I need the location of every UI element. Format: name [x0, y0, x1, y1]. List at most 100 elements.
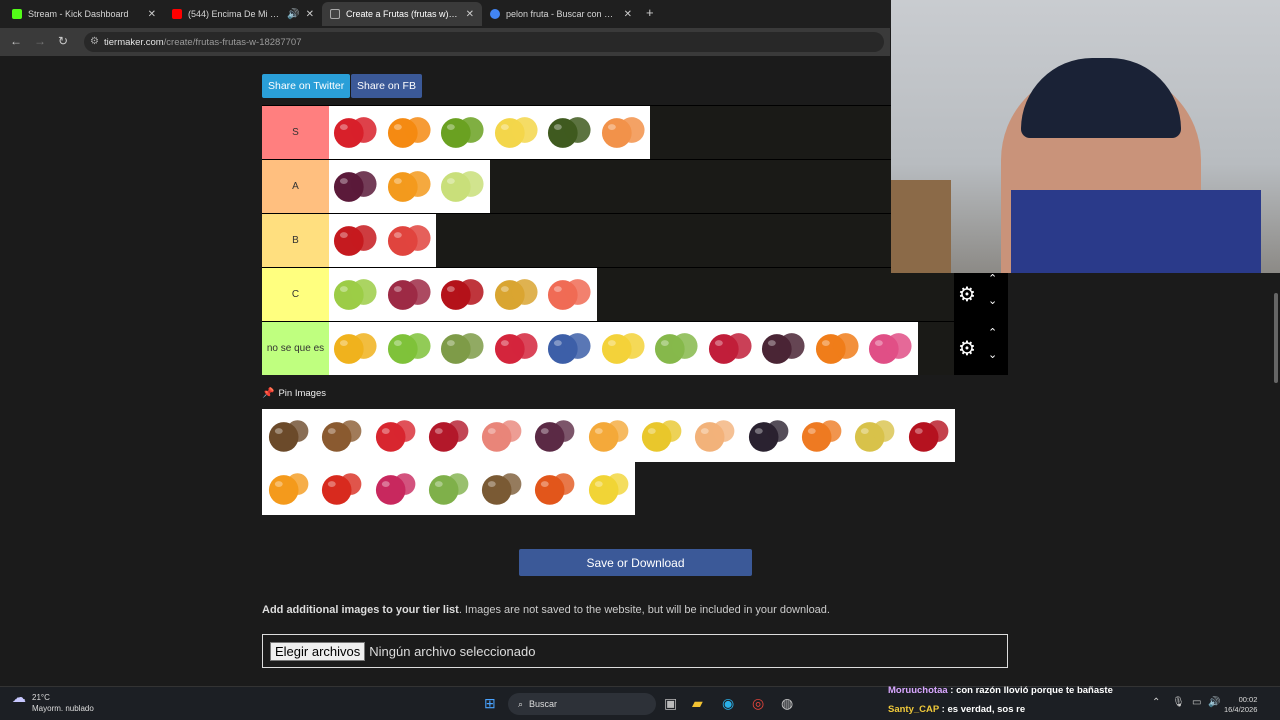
tray-chevron-icon[interactable]: ⌃ — [1152, 697, 1160, 708]
fruit-image-tamarind-mix[interactable] — [262, 409, 316, 462]
fruit-image-mangosteen[interactable] — [757, 322, 811, 375]
share-facebook-button[interactable]: Share on FB — [351, 74, 422, 98]
tier-label[interactable]: A — [262, 160, 329, 213]
fruit-image-papaya[interactable] — [810, 322, 864, 375]
tier-items — [329, 106, 650, 159]
system-clock[interactable]: 00:02 16/4/2026 — [1224, 695, 1257, 715]
reload-icon[interactable]: ↻ — [58, 34, 68, 48]
fruit-image-papaya[interactable] — [794, 409, 849, 462]
save-download-button[interactable]: Save or Download — [519, 549, 752, 576]
tab-title: (544) Encima De Mi (Latin T... — [188, 9, 281, 19]
fruit-image-quince[interactable] — [848, 409, 902, 462]
search-label: Buscar — [529, 699, 558, 709]
fruit-image-mandarin[interactable] — [382, 160, 436, 213]
fruit-image-kiwi[interactable] — [436, 106, 490, 159]
gear-icon[interactable]: ⚙ — [958, 282, 976, 307]
fruit-image-rambutan[interactable] — [489, 322, 543, 375]
new-tab-icon[interactable]: + — [646, 5, 654, 20]
taskbar-search[interactable]: ⌕ Buscar — [508, 693, 656, 715]
tab-google[interactable]: pelon fruta - Buscar con Googl... ✕ — [482, 2, 640, 26]
fruit-image-starfruit[interactable] — [596, 322, 650, 375]
fruit-image-banana[interactable] — [489, 106, 543, 159]
tab-youtube[interactable]: (544) Encima De Mi (Latin T... 🔊 ✕ — [164, 2, 322, 26]
choose-files-button[interactable]: Elegir archivos — [270, 641, 366, 661]
fruit-image-lemon[interactable] — [581, 462, 636, 515]
fruit-image-green-fruit[interactable] — [650, 322, 704, 375]
fruit-image-green-grapes[interactable] — [329, 268, 383, 321]
tier-controls: ⚙ ⌃ ⌄ — [954, 322, 1008, 375]
fruit-image-dragonfruit[interactable] — [864, 322, 918, 375]
fruit-image-mango[interactable] — [581, 409, 636, 462]
move-down-icon[interactable]: ⌄ — [988, 348, 997, 361]
volume-icon[interactable]: 🔊 — [1208, 697, 1220, 708]
tier-items — [329, 214, 436, 267]
gear-icon[interactable]: ⚙ — [958, 336, 976, 361]
fruit-image-red-grapes[interactable] — [382, 268, 436, 321]
close-tab-icon[interactable]: ✕ — [148, 9, 156, 20]
page-scrollbar[interactable] — [1272, 273, 1280, 686]
back-icon[interactable]: ← — [10, 34, 22, 48]
fruit-image-pitaya[interactable] — [368, 462, 422, 515]
fruit-image-soursop[interactable] — [436, 322, 490, 375]
fruit-image-pear[interactable] — [436, 160, 490, 213]
file-status: Ningún archivo seleccionado — [369, 643, 536, 659]
obs-icon[interactable]: ◍ — [781, 695, 793, 712]
network-icon[interactable]: ▭ — [1192, 697, 1201, 708]
fruit-image-peach[interactable] — [596, 106, 650, 159]
fruit-image-grapefruit[interactable] — [543, 268, 597, 321]
move-up-icon[interactable]: ⌃ — [988, 326, 997, 339]
tier-label[interactable]: C — [262, 268, 329, 321]
close-tab-icon[interactable]: ✕ — [306, 9, 314, 20]
fruit-image-fig[interactable] — [528, 409, 582, 462]
tier-label[interactable]: no se que es — [262, 322, 329, 375]
tier-items — [329, 268, 597, 321]
file-input[interactable]: Elegir archivos Ningún archivo seleccion… — [262, 634, 1008, 668]
fruit-image-tomato[interactable] — [315, 462, 369, 515]
move-up-icon[interactable]: ⌃ — [988, 272, 997, 285]
fruit-image-kiwi[interactable] — [475, 462, 529, 515]
url-field[interactable]: ⚙ tiermaker.com/create/frutas-frutas-w-1… — [84, 32, 884, 52]
tab-tiermaker[interactable]: Create a Frutas (frutas w) Tier Li... ✕ — [322, 2, 482, 26]
fruit-image-sapote[interactable] — [315, 409, 369, 462]
fruit-image-strawberry[interactable] — [329, 106, 383, 159]
microphone-icon[interactable]: 🎙 — [1172, 697, 1185, 708]
fruit-image-plum[interactable] — [329, 160, 383, 213]
fruit-image-orange[interactable] — [262, 462, 316, 515]
weather-widget[interactable]: ☁ 21°C Mayorm. nublado — [12, 690, 94, 714]
fruit-image-apple[interactable] — [329, 214, 383, 267]
tier-label[interactable]: S — [262, 106, 329, 159]
close-tab-icon[interactable]: ✕ — [466, 9, 474, 20]
fruit-image-lime[interactable] — [382, 322, 436, 375]
move-down-icon[interactable]: ⌄ — [988, 294, 997, 307]
edge-icon[interactable]: ◉ — [722, 695, 734, 712]
site-info-icon[interactable]: ⚙ — [90, 36, 99, 47]
forward-icon[interactable]: → — [34, 34, 46, 48]
fruit-image-prickly-pear[interactable] — [421, 462, 476, 515]
fruit-image-blackberry[interactable] — [741, 409, 795, 462]
scrollbar-thumb[interactable] — [1274, 293, 1278, 383]
fruit-image-raspberry[interactable] — [703, 322, 757, 375]
fruit-image-avocado[interactable] — [543, 106, 597, 159]
file-explorer-icon[interactable]: ▰ — [692, 695, 703, 712]
fruit-image-watermelon[interactable] — [382, 214, 436, 267]
fruit-image-blueberry[interactable] — [543, 322, 597, 375]
chrome-icon[interactable]: ◎ — [752, 695, 764, 712]
fruit-image-guava[interactable] — [475, 409, 529, 462]
fruit-image-melon[interactable] — [688, 409, 742, 462]
fruit-image-strawberries[interactable] — [368, 409, 422, 462]
fruit-image-papaya-slice[interactable] — [528, 462, 582, 515]
windows-start-icon[interactable]: ⊞ — [484, 695, 496, 712]
tier-label[interactable]: B — [262, 214, 329, 267]
close-tab-icon[interactable]: ✕ — [624, 9, 632, 20]
speaker-icon[interactable]: 🔊 — [287, 9, 299, 20]
fruit-image-passion-fruit[interactable] — [635, 409, 689, 462]
fruit-image-mango[interactable] — [329, 322, 383, 375]
tab-kick-dashboard[interactable]: Stream - Kick Dashboard ✕ — [4, 2, 164, 26]
share-twitter-button[interactable]: Share on Twitter — [262, 74, 351, 98]
task-view-icon[interactable]: ▣ — [664, 695, 677, 712]
fruit-image-cherry[interactable] — [436, 268, 490, 321]
fruit-image-chili[interactable] — [901, 409, 955, 462]
fruit-image-orange[interactable] — [382, 106, 436, 159]
fruit-image-pomegranate[interactable] — [421, 409, 476, 462]
fruit-image-pineapple[interactable] — [489, 268, 543, 321]
